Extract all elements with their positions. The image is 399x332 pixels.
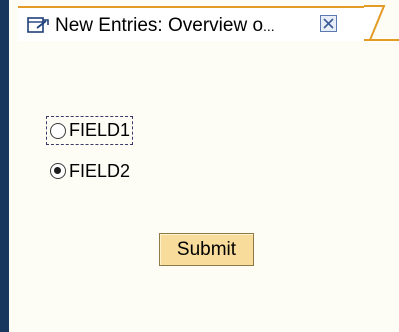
submit-button[interactable]: Submit [159,233,254,266]
tab-strip: New Entries: Overview o... [9,0,399,41]
tab-slant-edge [364,5,386,41]
tab-title-text: New Entries: Overview o [55,15,264,36]
tab-title: New Entries: Overview o... [55,15,315,37]
radio-field2[interactable]: FIELD2 [50,159,130,183]
edit-document-icon [27,16,49,34]
close-icon[interactable] [320,15,337,32]
tab-new-entries[interactable]: New Entries: Overview o... [18,6,369,41]
radio-button-unchecked[interactable] [50,122,66,139]
form-panel: FIELD1 FIELD2 Submit [9,41,399,332]
tab-title-ellipsis: ... [263,18,275,34]
radio-field1-label: FIELD1 [69,120,131,140]
radio-field2-label: FIELD2 [69,160,131,181]
window-frame-left [0,0,9,332]
radio-field1[interactable]: FIELD1 [46,116,134,145]
radio-button-checked[interactable] [50,163,66,179]
